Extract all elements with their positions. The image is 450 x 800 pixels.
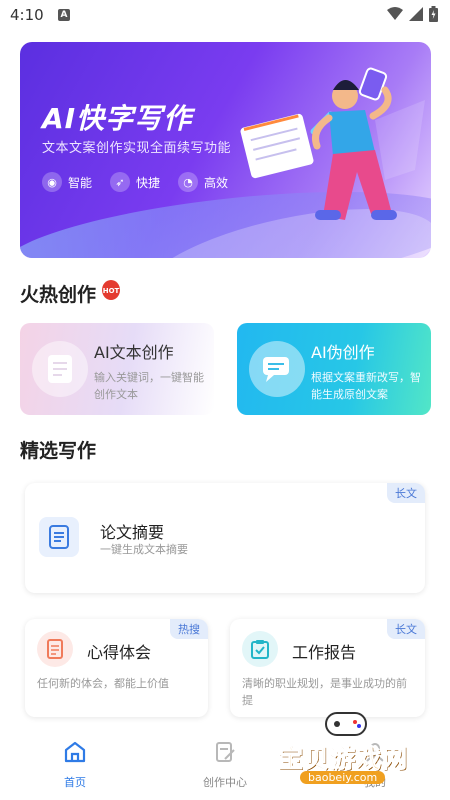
- work-report-card[interactable]: 长文 工作报告 清晰的职业规划，是事业成功的前提: [230, 619, 425, 717]
- banner-illustration: [240, 67, 425, 220]
- card-title: 心得体会: [87, 643, 152, 662]
- card-title: 论文摘要: [100, 523, 165, 542]
- feature-label: 快捷: [136, 175, 161, 190]
- feature-label: 智能: [68, 175, 93, 190]
- document-icon: [32, 341, 88, 397]
- nav-label: 创作中心: [203, 776, 247, 789]
- hot-badge-icon: HOT: [102, 280, 121, 300]
- rocket-icon: ➶: [110, 172, 131, 192]
- paper-abstract-card[interactable]: 长文 论文摘要 一键生成文本摘要: [25, 483, 425, 593]
- section-title-hot: 火热创作 HOT: [20, 280, 121, 307]
- battery-icon: [429, 6, 438, 22]
- nav-home[interactable]: 首页: [35, 740, 115, 790]
- status-time: 4:10: [10, 6, 44, 24]
- card-desc: 清晰的职业规划，是事业成功的前提: [242, 677, 407, 707]
- home-icon: [64, 741, 86, 763]
- ai-text-creation-card[interactable]: AI文本创作 输入关键词，一键智能创作文本: [20, 323, 214, 415]
- feature-smart: ◉ 智能: [42, 172, 92, 192]
- card-desc: 一键生成文本摘要: [100, 543, 188, 556]
- card-tag: 长文: [387, 619, 425, 639]
- watermark: 宝贝游戏网 baobeiy.com: [272, 705, 422, 795]
- banner-features: ◉ 智能 ➶ 快捷 ◔ 高效: [42, 172, 228, 192]
- promo-banner[interactable]: AI快字写作 文本文案创作实现全面续写功能 ◉ 智能 ➶ 快捷 ◔ 高效: [20, 42, 431, 258]
- card-title: AI伪创作: [311, 343, 375, 362]
- status-icons: [387, 6, 438, 22]
- watermark-url: baobeiy.com: [300, 771, 386, 784]
- card-title: 工作报告: [292, 643, 357, 662]
- notes-icon: [37, 631, 73, 667]
- feature-fast: ➶ 快捷: [110, 172, 160, 192]
- wifi-icon: [387, 7, 403, 20]
- card-desc: 根据文案重新改写，智能生成原创文案: [311, 371, 421, 401]
- document-icon: [39, 517, 79, 557]
- card-desc: 任何新的体会，都能上价值: [37, 677, 169, 690]
- card-tag: 热搜: [170, 619, 208, 639]
- ai-rewrite-card[interactable]: AI伪创作 根据文案重新改写，智能生成原创文案: [237, 323, 431, 415]
- nav-create-center[interactable]: 创作中心: [185, 740, 265, 790]
- robot-icon: ◉: [42, 172, 62, 192]
- card-tag: 长文: [387, 483, 425, 503]
- reflection-card[interactable]: 热搜 心得体会 任何新的体会，都能上价值: [25, 619, 208, 717]
- notification-a-icon: A: [58, 9, 70, 21]
- signal-icon: [409, 7, 423, 21]
- speed-icon: ◔: [178, 172, 199, 192]
- banner-subtitle: 文本文案创作实现全面续写功能: [42, 141, 232, 156]
- section-title-selected: 精选写作: [20, 440, 97, 462]
- feature-efficient: ◔ 高效: [178, 172, 228, 192]
- card-title: AI文本创作: [94, 343, 174, 362]
- watermark-text: 宝贝游戏网: [277, 744, 409, 774]
- clipboard-check-icon: [242, 631, 278, 667]
- card-desc: 输入关键词，一键智能创作文本: [94, 371, 204, 401]
- hot-section-title: 火热创作: [20, 284, 97, 306]
- edit-doc-icon: [216, 742, 235, 762]
- banner-title: AI快字写作: [42, 102, 193, 135]
- nav-label: 首页: [64, 776, 86, 789]
- status-bar: 4:10 A: [0, 0, 450, 32]
- chat-bubble-icon: [249, 341, 305, 397]
- gamepad-icon: [325, 712, 367, 736]
